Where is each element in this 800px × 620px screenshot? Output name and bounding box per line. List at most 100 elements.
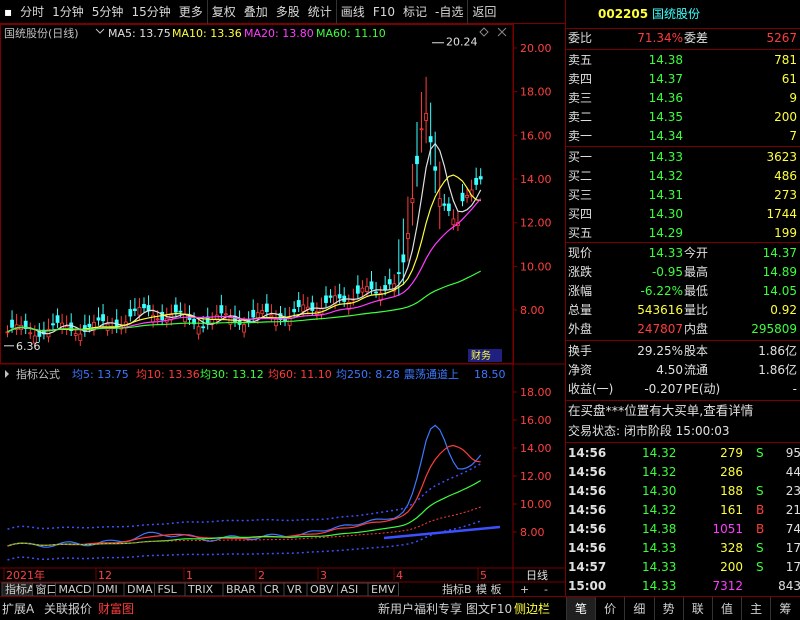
candle-body (442, 203, 447, 206)
tab-control-3[interactable]: - (544, 583, 548, 596)
bottom-left-tab-2[interactable]: 财富图 (98, 597, 134, 620)
bid-label: 买四 (568, 207, 593, 221)
toolbar-item-8[interactable]: 统计 (304, 0, 336, 24)
toolbar-item-10[interactable]: F10 (369, 0, 399, 24)
tab-control-2[interactable]: + (520, 583, 529, 596)
tick-time: 14:56 (568, 446, 607, 460)
candle-body (424, 113, 429, 121)
x-axis-label: 12 (98, 569, 112, 582)
fund-value: -0.207 (644, 382, 683, 396)
side-tab-7[interactable]: 筹 (770, 597, 799, 620)
candle-body (219, 305, 224, 314)
toolbar-item-5[interactable]: 复权 (208, 0, 240, 24)
candle-body (396, 272, 401, 274)
side-tab-1[interactable]: 价 (595, 597, 624, 620)
bottom-mid-link-0[interactable]: 新用户福利专享 (378, 597, 462, 620)
x-axis-label: 2021年 (6, 568, 45, 582)
quote-panel: 002205 国统股份 委比 71.34% 委差 5267 卖五 14.38 781… (565, 0, 800, 596)
bid-row: 买五 14.29 199 (566, 223, 800, 243)
tick-time: 14:56 (568, 503, 607, 517)
candle-body (460, 192, 465, 202)
close-icon[interactable] (497, 27, 507, 37)
period-label[interactable]: 日线 (526, 568, 548, 582)
candle-body (355, 285, 360, 294)
tab-control-0[interactable]: 指标B (442, 582, 472, 596)
toolbar-item-4[interactable]: 更多 (175, 0, 207, 24)
candle-body (101, 314, 105, 322)
bottom-left-tab-0[interactable]: 扩展A (2, 597, 34, 620)
indicator-tab-label: MACD (59, 583, 92, 596)
candle-body (78, 333, 83, 341)
tick-side: S (756, 446, 764, 460)
ask-volume: 7 (789, 129, 797, 143)
candle-body (55, 315, 60, 323)
toolbar-item-11[interactable]: 标记 (399, 0, 431, 24)
tick-volume: 200 (720, 560, 743, 574)
kline-chart[interactable]: 国统股份(日线) MA5: 13.75 MA10: 13.36 MA20: 13.80… (0, 24, 565, 596)
low-price-marker: 6.36 (16, 340, 41, 353)
quote-label: 外盘 (568, 322, 593, 336)
bottom-mid-link-1[interactable]: 图文F10 (466, 597, 512, 620)
toolbar-item-12[interactable]: -自选 (431, 0, 467, 24)
fundamental-row: 换手 29.25% 股本 1.86亿 (566, 341, 800, 361)
toolbar-item-2[interactable]: 5分钟 (88, 0, 128, 24)
quote-value: 14.05 (762, 284, 797, 298)
tab-control-1[interactable]: 模 板 (476, 582, 502, 596)
side-tab-2[interactable]: 细 (624, 597, 653, 620)
quote-value: 14.33 (648, 246, 683, 260)
ask-row: 卖五 14.38 781 (566, 50, 800, 70)
ask-row: 卖二 14.35 200 (566, 107, 800, 127)
side-tab-0[interactable]: 笔 (566, 597, 595, 620)
side-tab-6[interactable]: 主 (741, 597, 770, 620)
candle-body (365, 286, 369, 292)
trade-tick-row: 14:56 14.32 279 S 95 (566, 443, 800, 463)
legend-dropdown-icon[interactable] (95, 28, 105, 34)
bid-price: 14.33 (648, 150, 683, 164)
ma10-line (7, 174, 481, 333)
quote-value: -0.95 (651, 265, 683, 279)
candle-body (269, 314, 274, 318)
bottom-mid-link-2[interactable]: 侧边栏 (514, 597, 550, 620)
order-diff-value: 5267 (766, 31, 797, 45)
toolbar-item-0[interactable]: 分时 (16, 0, 48, 24)
indicator-expand-icon[interactable] (5, 370, 9, 378)
x-axis-label: 4 (396, 569, 403, 582)
toolbar-item-3[interactable]: 15分钟 (127, 0, 174, 24)
toolbar-item-7[interactable]: 多股 (272, 0, 304, 24)
candle-body (296, 300, 301, 307)
side-tab-5[interactable]: 值 (712, 597, 741, 620)
tick-side: S (756, 560, 764, 574)
tick-count: 44 (785, 465, 800, 479)
toolbar-item-1[interactable]: 1分钟 (48, 0, 88, 24)
main-ytick: 10.00 (520, 260, 552, 273)
big-order-notice[interactable]: 在买盘***位置有大买单,查看详情 (566, 401, 800, 421)
indicator-legend-0: 指标公式 (16, 367, 60, 381)
tick-price: 14.38 (642, 522, 677, 536)
main-ytick: 14.00 (520, 173, 552, 186)
candle-body (128, 309, 133, 317)
tick-time: 14:56 (568, 465, 607, 479)
quote-label: 涨幅 (568, 284, 593, 298)
indicator-legend-5: 均250: 8.28 (336, 368, 400, 381)
candle-body (5, 331, 10, 334)
diamond-icon[interactable] (479, 27, 489, 37)
tick-count: 74 (785, 522, 800, 536)
tick-count: 23 (785, 484, 800, 498)
toolbar-item-9[interactable]: 画线 (337, 0, 369, 24)
finance-badge-label: 财务 (471, 349, 491, 362)
bottom-left-tab-1[interactable]: 关联报价 (44, 597, 92, 620)
ask-label: 卖一 (568, 129, 593, 143)
bid-label: 买一 (568, 150, 593, 164)
side-tab-4[interactable]: 联 (682, 597, 712, 620)
candles (5, 76, 483, 349)
candle-body (401, 254, 406, 263)
bid-volume: 199 (774, 226, 797, 240)
main-legend-4: MA60: 11.10 (316, 27, 386, 40)
fund-value: 1.86亿 (758, 363, 797, 377)
bid-row: 买三 14.31 273 (566, 185, 800, 205)
side-tab-3[interactable]: 势 (653, 597, 683, 620)
ask-volume: 9 (789, 91, 797, 105)
toolbar-item-6[interactable]: 叠加 (240, 0, 272, 24)
toolbar-item-13[interactable]: 返回 (468, 0, 500, 24)
indicator-tab-label: DMA (127, 583, 153, 596)
